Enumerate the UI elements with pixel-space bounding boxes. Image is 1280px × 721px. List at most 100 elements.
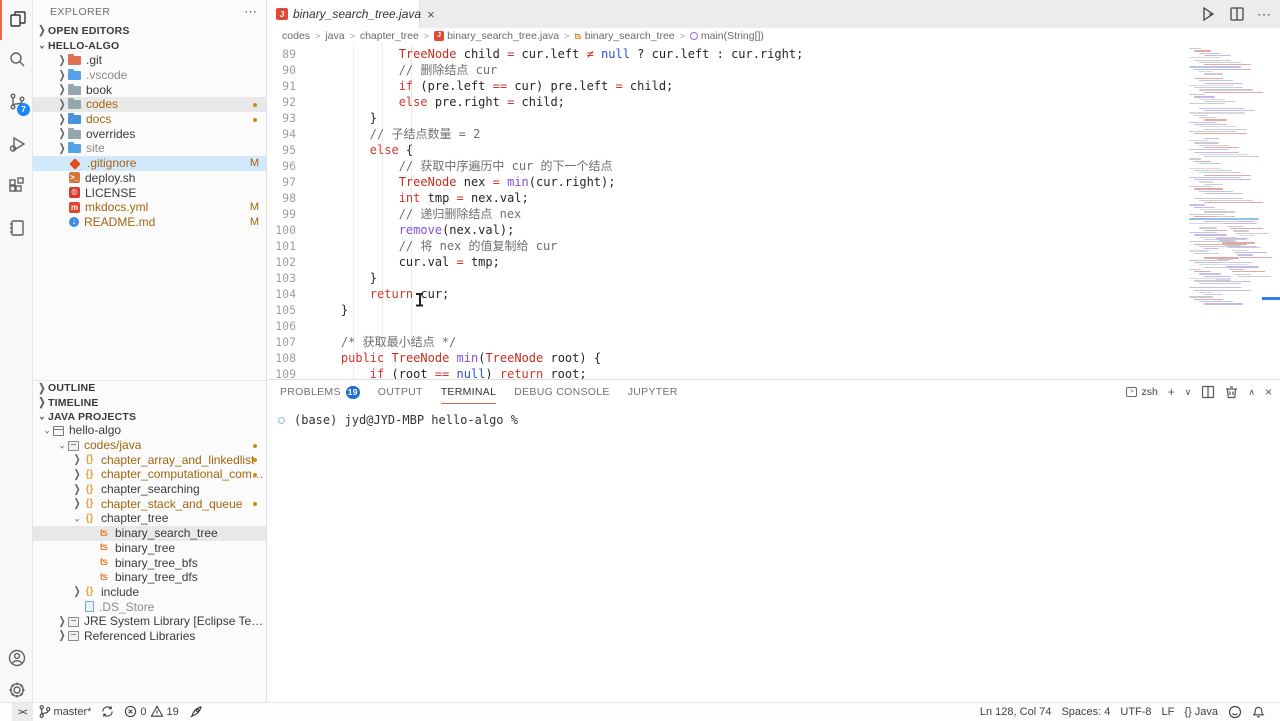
indentation-setting[interactable]: Spaces: 4 bbox=[1056, 703, 1115, 721]
source-control-icon[interactable]: 7 bbox=[0, 82, 33, 122]
tree-item-binary-tree[interactable]: ʦbinary_tree bbox=[33, 541, 266, 556]
line-number[interactable]: 95 bbox=[268, 142, 312, 158]
panel-tab-debug-console[interactable]: DEBUG CONSOLE bbox=[514, 380, 610, 404]
panel-tab-jupyter[interactable]: JUPYTER bbox=[628, 380, 678, 404]
code-line-89[interactable]: 89 TreeNode child = cur.left ≠ null ? cu… bbox=[268, 46, 1185, 62]
tree-item-chapter-searching[interactable]: ❯{}chapter_searching bbox=[33, 482, 266, 497]
run-button[interactable] bbox=[1199, 5, 1217, 23]
line-number[interactable]: 102 bbox=[268, 254, 312, 270]
close-panel-icon[interactable]: × bbox=[1265, 385, 1272, 399]
chevron-icon[interactable]: ❯ bbox=[72, 468, 83, 481]
tree-item-overrides[interactable]: ❯overrides bbox=[33, 126, 266, 141]
tree-item--ds-store[interactable]: .DS_Store bbox=[33, 599, 266, 614]
tree-item--git[interactable]: ❯.git bbox=[33, 53, 266, 68]
code-line-101[interactable]: 101 // 将 nex 的值复制给 cur bbox=[268, 238, 1185, 254]
code-line-94[interactable]: 94 // 子结点数量 = 2 bbox=[268, 126, 1185, 142]
code-line-106[interactable]: 106 bbox=[268, 318, 1185, 334]
maximize-panel-icon[interactable]: ∧ bbox=[1248, 387, 1255, 398]
tree-item-codes[interactable]: ❯codes bbox=[33, 97, 266, 112]
timeline-header[interactable]: ❯ TIMELINE bbox=[33, 395, 266, 410]
run-debug-icon[interactable] bbox=[0, 124, 33, 164]
chevron-icon[interactable]: ⌄ bbox=[42, 424, 53, 437]
line-number[interactable]: 106 bbox=[268, 318, 312, 334]
code-line-109[interactable]: 109 if (root == null) return root; bbox=[268, 366, 1185, 379]
tree-item-hello-algo[interactable]: ⌄hello-algo bbox=[33, 423, 266, 438]
explorer-more-actions-icon[interactable]: ⋯ bbox=[244, 4, 258, 20]
chevron-icon[interactable]: ❯ bbox=[57, 54, 68, 67]
language-mode[interactable]: {} Java bbox=[1179, 703, 1223, 721]
outline-header[interactable]: ❯ OUTLINE bbox=[33, 380, 266, 395]
tab-binary-search-tree[interactable]: J binary_search_tree.java × bbox=[268, 0, 420, 28]
settings-gear-icon[interactable] bbox=[0, 670, 33, 710]
code-line-104[interactable]: 104 return cur; bbox=[268, 286, 1185, 302]
code-line-99[interactable]: 99 // 递归删除结点 nex bbox=[268, 206, 1185, 222]
cursor-position[interactable]: Ln 128, Col 74 bbox=[975, 703, 1057, 721]
tree-item-binary-search-tree[interactable]: ʦbinary_search_tree bbox=[33, 526, 266, 541]
chevron-icon[interactable]: ❯ bbox=[72, 497, 83, 510]
panel-tab-terminal[interactable]: TERMINAL bbox=[441, 380, 497, 404]
panel-tab-output[interactable]: OUTPUT bbox=[378, 380, 423, 404]
line-number[interactable]: 109 bbox=[268, 366, 312, 379]
code-line-90[interactable]: 90 // 删除结点 cur bbox=[268, 62, 1185, 78]
panel-tab-problems[interactable]: PROBLEMS19 bbox=[280, 380, 360, 404]
code-line-93[interactable]: 93 } bbox=[268, 110, 1185, 126]
explorer-icon[interactable] bbox=[0, 0, 33, 40]
tree-item-include[interactable]: ❯{}include bbox=[33, 585, 266, 600]
tree-item-docs[interactable]: ❯docs bbox=[33, 112, 266, 127]
line-number[interactable]: 98 bbox=[268, 190, 312, 206]
breadcrumb-chapter-tree[interactable]: chapter_tree bbox=[360, 30, 419, 42]
java-projects-header[interactable]: ⌄ JAVA PROJECTS bbox=[33, 409, 266, 424]
git-branch-status[interactable]: master* bbox=[33, 703, 97, 721]
chevron-icon[interactable]: ❯ bbox=[57, 629, 68, 642]
code-line-95[interactable]: 95 else { bbox=[268, 142, 1185, 158]
chevron-icon[interactable]: ⌄ bbox=[57, 438, 68, 451]
breadcrumb-codes[interactable]: codes bbox=[282, 30, 310, 42]
terminal-dropdown-icon[interactable]: ∨ bbox=[1185, 387, 1192, 398]
line-number[interactable]: 96 bbox=[268, 158, 312, 174]
tree-item-license[interactable]: ©LICENSE bbox=[33, 185, 266, 200]
code-line-98[interactable]: 98 int tmp = nex.val; bbox=[268, 190, 1185, 206]
breadcrumb-file[interactable]: binary_search_tree.java bbox=[447, 30, 559, 42]
line-number[interactable]: 105 bbox=[268, 302, 312, 318]
line-number[interactable]: 91 bbox=[268, 78, 312, 94]
tree-item-chapter-stack-and-queue[interactable]: ❯{}chapter_stack_and_queue bbox=[33, 496, 266, 511]
code-line-91[interactable]: 91 if (pre.left == cur) pre.left = child… bbox=[268, 78, 1185, 94]
chevron-icon[interactable]: ❯ bbox=[57, 68, 68, 81]
line-number[interactable]: 107 bbox=[268, 334, 312, 350]
split-terminal-icon[interactable] bbox=[1201, 385, 1215, 399]
tree-item-site[interactable]: ❯site bbox=[33, 141, 266, 156]
code-line-103[interactable]: 103 } bbox=[268, 270, 1185, 286]
chevron-icon[interactable]: ❯ bbox=[57, 83, 68, 96]
code-line-100[interactable]: 100 remove(nex.val); bbox=[268, 222, 1185, 238]
terminal-prompt[interactable]: (base) jyd@JYD-MBP hello-algo % bbox=[294, 413, 518, 427]
code-line-97[interactable]: 97 TreeNode nex = min(cur.right); bbox=[268, 174, 1185, 190]
tree-item-jre-system-library-eclipse-temurin-17-17-[interactable]: ❯JRE System Library [Eclipse Temurin 17 … bbox=[33, 614, 266, 629]
tree-item-binary-tree-bfs[interactable]: ʦbinary_tree_bfs bbox=[33, 555, 266, 570]
tree-item-mkdocs-yml[interactable]: mmkdocs.ymlM bbox=[33, 200, 266, 215]
overview-ruler[interactable] bbox=[1272, 44, 1280, 379]
tab-close-icon[interactable]: × bbox=[427, 8, 435, 21]
line-number[interactable]: 99 bbox=[268, 206, 312, 222]
tree-item-chapter-computational-complexity[interactable]: ❯{}chapter_computational_complexity bbox=[33, 467, 266, 482]
tree-item-binary-tree-dfs[interactable]: ʦbinary_tree_dfs bbox=[33, 570, 266, 585]
line-number[interactable]: 108 bbox=[268, 350, 312, 366]
kill-terminal-icon[interactable] bbox=[1225, 385, 1238, 399]
line-number[interactable]: 101 bbox=[268, 238, 312, 254]
line-number[interactable]: 100 bbox=[268, 222, 312, 238]
tree-item-chapter-tree[interactable]: ⌄{}chapter_tree bbox=[33, 511, 266, 526]
tree-item-referenced-libraries[interactable]: ❯Referenced Libraries bbox=[33, 629, 266, 644]
chevron-icon[interactable]: ❯ bbox=[57, 112, 68, 125]
tree-item-codes-java[interactable]: ⌄codes/java bbox=[33, 438, 266, 453]
notebook-icon[interactable] bbox=[0, 208, 33, 248]
tree-item-chapter-array-and-linkedlist[interactable]: ❯{}chapter_array_and_linkedlist bbox=[33, 452, 266, 467]
split-editor-icon[interactable] bbox=[1229, 6, 1245, 22]
chevron-icon[interactable]: ❯ bbox=[57, 98, 68, 111]
breadcrumb-method[interactable]: main(String[]) bbox=[701, 30, 764, 42]
chevron-icon[interactable]: ❯ bbox=[57, 142, 68, 155]
shell-selector[interactable]: > zsh bbox=[1126, 386, 1157, 398]
new-terminal-icon[interactable]: + bbox=[1168, 385, 1175, 399]
line-number[interactable]: 90 bbox=[268, 62, 312, 78]
java-launch-status[interactable] bbox=[184, 703, 208, 721]
line-number[interactable]: 104 bbox=[268, 286, 312, 302]
eol-setting[interactable]: LF bbox=[1157, 703, 1180, 721]
